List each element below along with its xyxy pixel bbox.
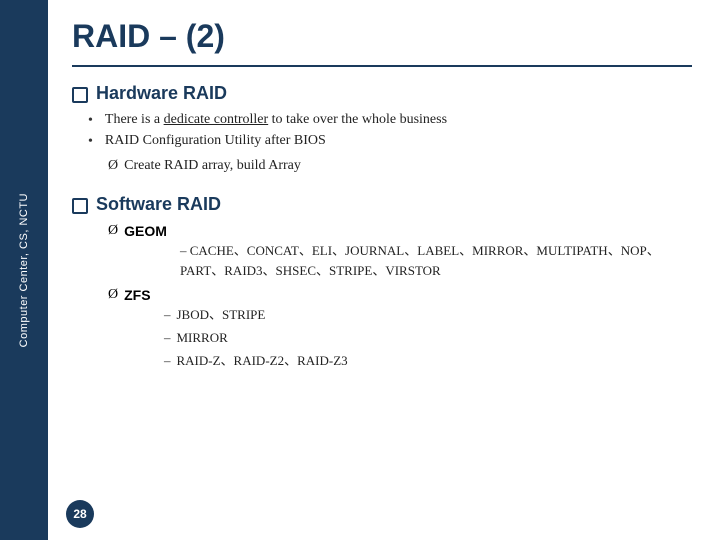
software-raid-section: Software RAID Ø GEOM – CACHE、CONCAT、ELI、… — [72, 194, 692, 378]
checkbox-icon-2 — [72, 198, 88, 214]
dash-3: – — [164, 351, 171, 372]
sub-item-text: Create RAID array, build Array — [124, 158, 301, 174]
zfs-item-2: MIRROR — [177, 328, 228, 349]
bullet-item-2: RAID Configuration Utility after BIOS — [88, 133, 692, 150]
page-number-badge: 28 — [66, 500, 94, 528]
hardware-raid-label: Hardware RAID — [96, 83, 227, 104]
zfs-item-3: RAID-Z、RAID-Z2、RAID-Z3 — [177, 351, 348, 372]
geom-arrow: Ø — [108, 223, 118, 239]
page-title: RAID – (2) — [72, 18, 692, 55]
checkbox-icon — [72, 87, 88, 103]
geom-content: CACHE、CONCAT、ELI、JOURNAL、LABEL、MIRROR、MU… — [180, 243, 660, 278]
dash-1: – — [164, 305, 171, 326]
arrow-icon: Ø — [108, 158, 118, 174]
hardware-sub-list: Ø Create RAID array, build Array — [72, 158, 692, 174]
zfs-row-3: – RAID-Z、RAID-Z2、RAID-Z3 — [164, 351, 692, 372]
sub-item-1: Ø Create RAID array, build Array — [108, 158, 692, 174]
geom-header: Ø GEOM — [108, 223, 692, 239]
sidebar: Computer Center, CS, NCTU — [0, 0, 48, 540]
software-raid-label: Software RAID — [96, 194, 221, 215]
title-divider — [72, 65, 692, 67]
bullet-text-2: RAID Configuration Utility after BIOS — [105, 133, 326, 149]
software-raid-heading: Software RAID — [72, 194, 692, 215]
main-content: RAID – (2) Hardware RAID There is a dedi… — [48, 0, 720, 540]
zfs-row-1: – JBOD、STRIPE — [164, 305, 692, 326]
geom-label: GEOM — [124, 223, 167, 239]
dash-2: – — [164, 328, 171, 349]
zfs-arrow: Ø — [108, 287, 118, 303]
zfs-item: Ø ZFS – JBOD、STRIPE – MIRROR – RAID-Z、RA… — [108, 287, 692, 371]
bullet-item-1: There is a dedicate controller to take o… — [88, 112, 692, 129]
geom-item: Ø GEOM – CACHE、CONCAT、ELI、JOURNAL、LABEL、… — [108, 223, 692, 281]
zfs-header: Ø ZFS — [108, 287, 692, 303]
geom-items: – CACHE、CONCAT、ELI、JOURNAL、LABEL、MIRROR、… — [108, 241, 692, 281]
zfs-row-2: – MIRROR — [164, 328, 692, 349]
sidebar-label: Computer Center, CS, NCTU — [17, 193, 31, 347]
software-sub-list: Ø GEOM – CACHE、CONCAT、ELI、JOURNAL、LABEL、… — [72, 223, 692, 372]
zfs-items: – JBOD、STRIPE – MIRROR – RAID-Z、RAID-Z2、… — [108, 305, 692, 371]
hardware-raid-bullets: There is a dedicate controller to take o… — [72, 112, 692, 150]
hardware-raid-heading: Hardware RAID — [72, 83, 692, 104]
bullet-text-1: There is a dedicate controller to take o… — [105, 112, 447, 128]
underline-text: dedicate controller — [164, 112, 269, 127]
zfs-label: ZFS — [124, 287, 150, 303]
zfs-item-1: JBOD、STRIPE — [177, 305, 266, 326]
dash-geom: – — [180, 243, 190, 258]
hardware-raid-section: Hardware RAID There is a dedicate contro… — [72, 83, 692, 180]
